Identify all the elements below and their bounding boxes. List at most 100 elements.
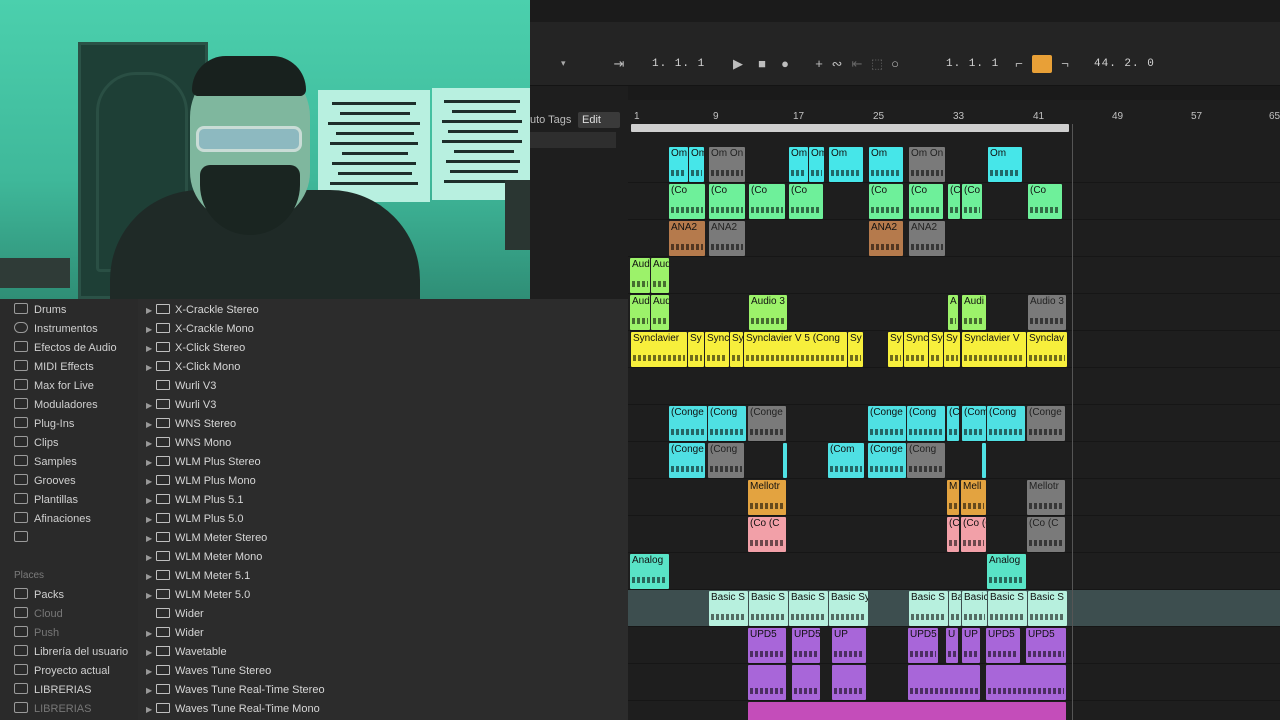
clip[interactable]: (Co <box>869 184 903 219</box>
chevron-right-icon[interactable]: ▶ <box>146 492 156 510</box>
loop-start-field[interactable]: 1. 1. 1 <box>946 55 999 73</box>
clip[interactable]: (Co <box>909 184 943 219</box>
chevron-right-icon[interactable]: ▶ <box>146 587 156 605</box>
clip[interactable]: ANA2 <box>909 221 945 256</box>
clip[interactable]: Basic S <box>962 591 987 626</box>
sidebar-item-librerias-2[interactable]: LIBRERIAS <box>14 700 91 718</box>
clip[interactable]: Basic Sy <box>829 591 868 626</box>
clip[interactable]: UP <box>832 628 866 663</box>
sidebar-item-samples[interactable]: Samples <box>14 453 77 471</box>
follow-icon[interactable]: ⇥ <box>610 56 628 72</box>
list-item[interactable]: ▶ WLM Plus Mono <box>146 472 256 490</box>
clip[interactable]: (Co <box>749 184 785 219</box>
clip[interactable]: (Conge <box>669 443 705 478</box>
record-icon[interactable]: ● <box>777 56 793 72</box>
list-item[interactable]: ▶ WLM Plus 5.1 <box>146 491 243 509</box>
list-item[interactable]: ▶ WLM Meter Mono <box>146 548 262 566</box>
clip[interactable]: Analog <box>987 554 1026 589</box>
chevron-right-icon[interactable]: ▶ <box>146 359 156 377</box>
clip[interactable] <box>832 665 866 700</box>
chevron-right-icon[interactable]: ▶ <box>146 625 156 643</box>
list-item[interactable]: Wurli V3 <box>146 377 216 395</box>
chevron-right-icon[interactable]: ▶ <box>146 644 156 662</box>
list-item[interactable]: ▶ Wavetable <box>146 643 227 661</box>
list-item[interactable]: Wider <box>146 605 204 623</box>
list-item[interactable]: ▶ WLM Meter 5.0 <box>146 586 250 604</box>
sidebar-item-librerias[interactable]: LIBRERIAS <box>14 681 91 699</box>
clip[interactable]: Sy <box>848 332 863 367</box>
clip[interactable]: Om <box>789 147 808 182</box>
play-icon[interactable]: ▶ <box>730 56 746 72</box>
clip[interactable]: ANA2 <box>709 221 745 256</box>
automation-icon[interactable]: ∾ <box>830 56 844 72</box>
sidebar-item-plug-ins[interactable]: Plug-Ins <box>14 415 74 433</box>
sidebar-item-efectos-de-audio[interactable]: Efectos de Audio <box>14 339 117 357</box>
sidebar-item-clips[interactable]: Clips <box>14 434 58 452</box>
overdub-icon[interactable]: + <box>812 56 826 72</box>
track-lane[interactable] <box>628 553 1280 590</box>
chevron-right-icon[interactable]: ▶ <box>146 568 156 586</box>
arrangement-position-field[interactable]: 1. 1. 1 <box>652 55 705 73</box>
chevron-right-icon[interactable]: ▶ <box>146 397 156 415</box>
clip[interactable]: Sy <box>944 332 960 367</box>
metronome-icon[interactable]: ○ <box>888 56 902 72</box>
clip[interactable]: (Co (C <box>961 517 986 552</box>
clip[interactable]: Sy <box>888 332 903 367</box>
list-item[interactable]: ▶ WLM Meter 5.1 <box>146 567 250 585</box>
clip[interactable]: Om <box>669 147 688 182</box>
clip[interactable]: Mell <box>961 480 986 515</box>
clip[interactable]: Audio 3 <box>1028 295 1066 330</box>
sidebar-item-grooves[interactable]: Grooves <box>14 472 76 490</box>
capture-icon[interactable]: ⬚ <box>870 56 884 72</box>
clip[interactable]: UPD5 <box>1026 628 1066 663</box>
clip[interactable]: Basic S <box>789 591 828 626</box>
chevron-right-icon[interactable]: ▶ <box>146 302 156 320</box>
clip[interactable]: Basic S <box>909 591 948 626</box>
sidebar-item-plantillas[interactable]: Plantillas <box>14 491 78 509</box>
chevron-right-icon[interactable]: ▶ <box>146 416 156 434</box>
clip[interactable]: Synclavier V <box>962 332 1026 367</box>
clip[interactable]: (Co (C <box>748 517 786 552</box>
clip[interactable]: Om <box>988 147 1022 182</box>
clip[interactable]: Aud <box>630 258 650 293</box>
edit-button[interactable]: Edit <box>578 112 620 128</box>
list-item[interactable]: ▶ WLM Plus 5.0 <box>146 510 243 528</box>
clip[interactable]: Audio 3 <box>749 295 787 330</box>
clip[interactable]: ANA2 <box>869 221 903 256</box>
clip[interactable]: (Co <box>962 184 982 219</box>
sidebar-item-midi-effects[interactable]: MIDI Effects <box>14 358 94 376</box>
sidebar-item-max-for-live[interactable]: Max for Live <box>14 377 94 395</box>
list-item[interactable]: ▶ WNS Mono <box>146 434 231 452</box>
list-item[interactable]: ▶ X-Click Stereo <box>146 339 245 357</box>
sidebar-item-cloud[interactable]: Cloud <box>14 605 63 623</box>
auto-tags-label[interactable]: uto Tags <box>530 114 571 126</box>
chevron-right-icon[interactable]: ▶ <box>146 663 156 681</box>
clip[interactable]: Analog <box>630 554 669 589</box>
clip[interactable]: UPD5 <box>986 628 1020 663</box>
sidebar-item-drums[interactable]: Drums <box>14 301 66 319</box>
clip[interactable]: Om <box>869 147 903 182</box>
clip[interactable]: Basic S <box>988 591 1027 626</box>
clip[interactable]: Basic S <box>749 591 788 626</box>
chevron-right-icon[interactable]: ▶ <box>146 511 156 529</box>
clip[interactable]: Synclavier <box>631 332 687 367</box>
clip[interactable] <box>986 665 1066 700</box>
sidebar-item-moduladores[interactable]: Moduladores <box>14 396 98 414</box>
clip[interactable]: (Com <box>828 443 864 478</box>
list-item[interactable]: ▶ WNS Stereo <box>146 415 236 433</box>
clip[interactable]: (Co <box>669 184 705 219</box>
clip[interactable] <box>982 443 986 478</box>
clip[interactable]: (Co <box>789 184 823 219</box>
clip[interactable]: Aud <box>651 295 669 330</box>
loop-length-field[interactable]: 44. 2. 0 <box>1094 55 1155 73</box>
clip[interactable]: Mellotr <box>1027 480 1065 515</box>
chevron-right-icon[interactable]: ▶ <box>146 435 156 453</box>
clip[interactable]: (Conge <box>868 443 906 478</box>
arrangement-overview[interactable] <box>628 86 1280 100</box>
sidebar-item-push[interactable]: Push <box>14 624 59 642</box>
list-item[interactable]: ▶ X-Crackle Stereo <box>146 301 259 319</box>
clip[interactable]: (Cong <box>708 406 746 441</box>
list-item[interactable]: ▶ Waves Tune Real-Time Stereo <box>146 681 325 699</box>
clip[interactable]: (Cong <box>907 443 945 478</box>
clip[interactable]: Aud <box>630 295 650 330</box>
